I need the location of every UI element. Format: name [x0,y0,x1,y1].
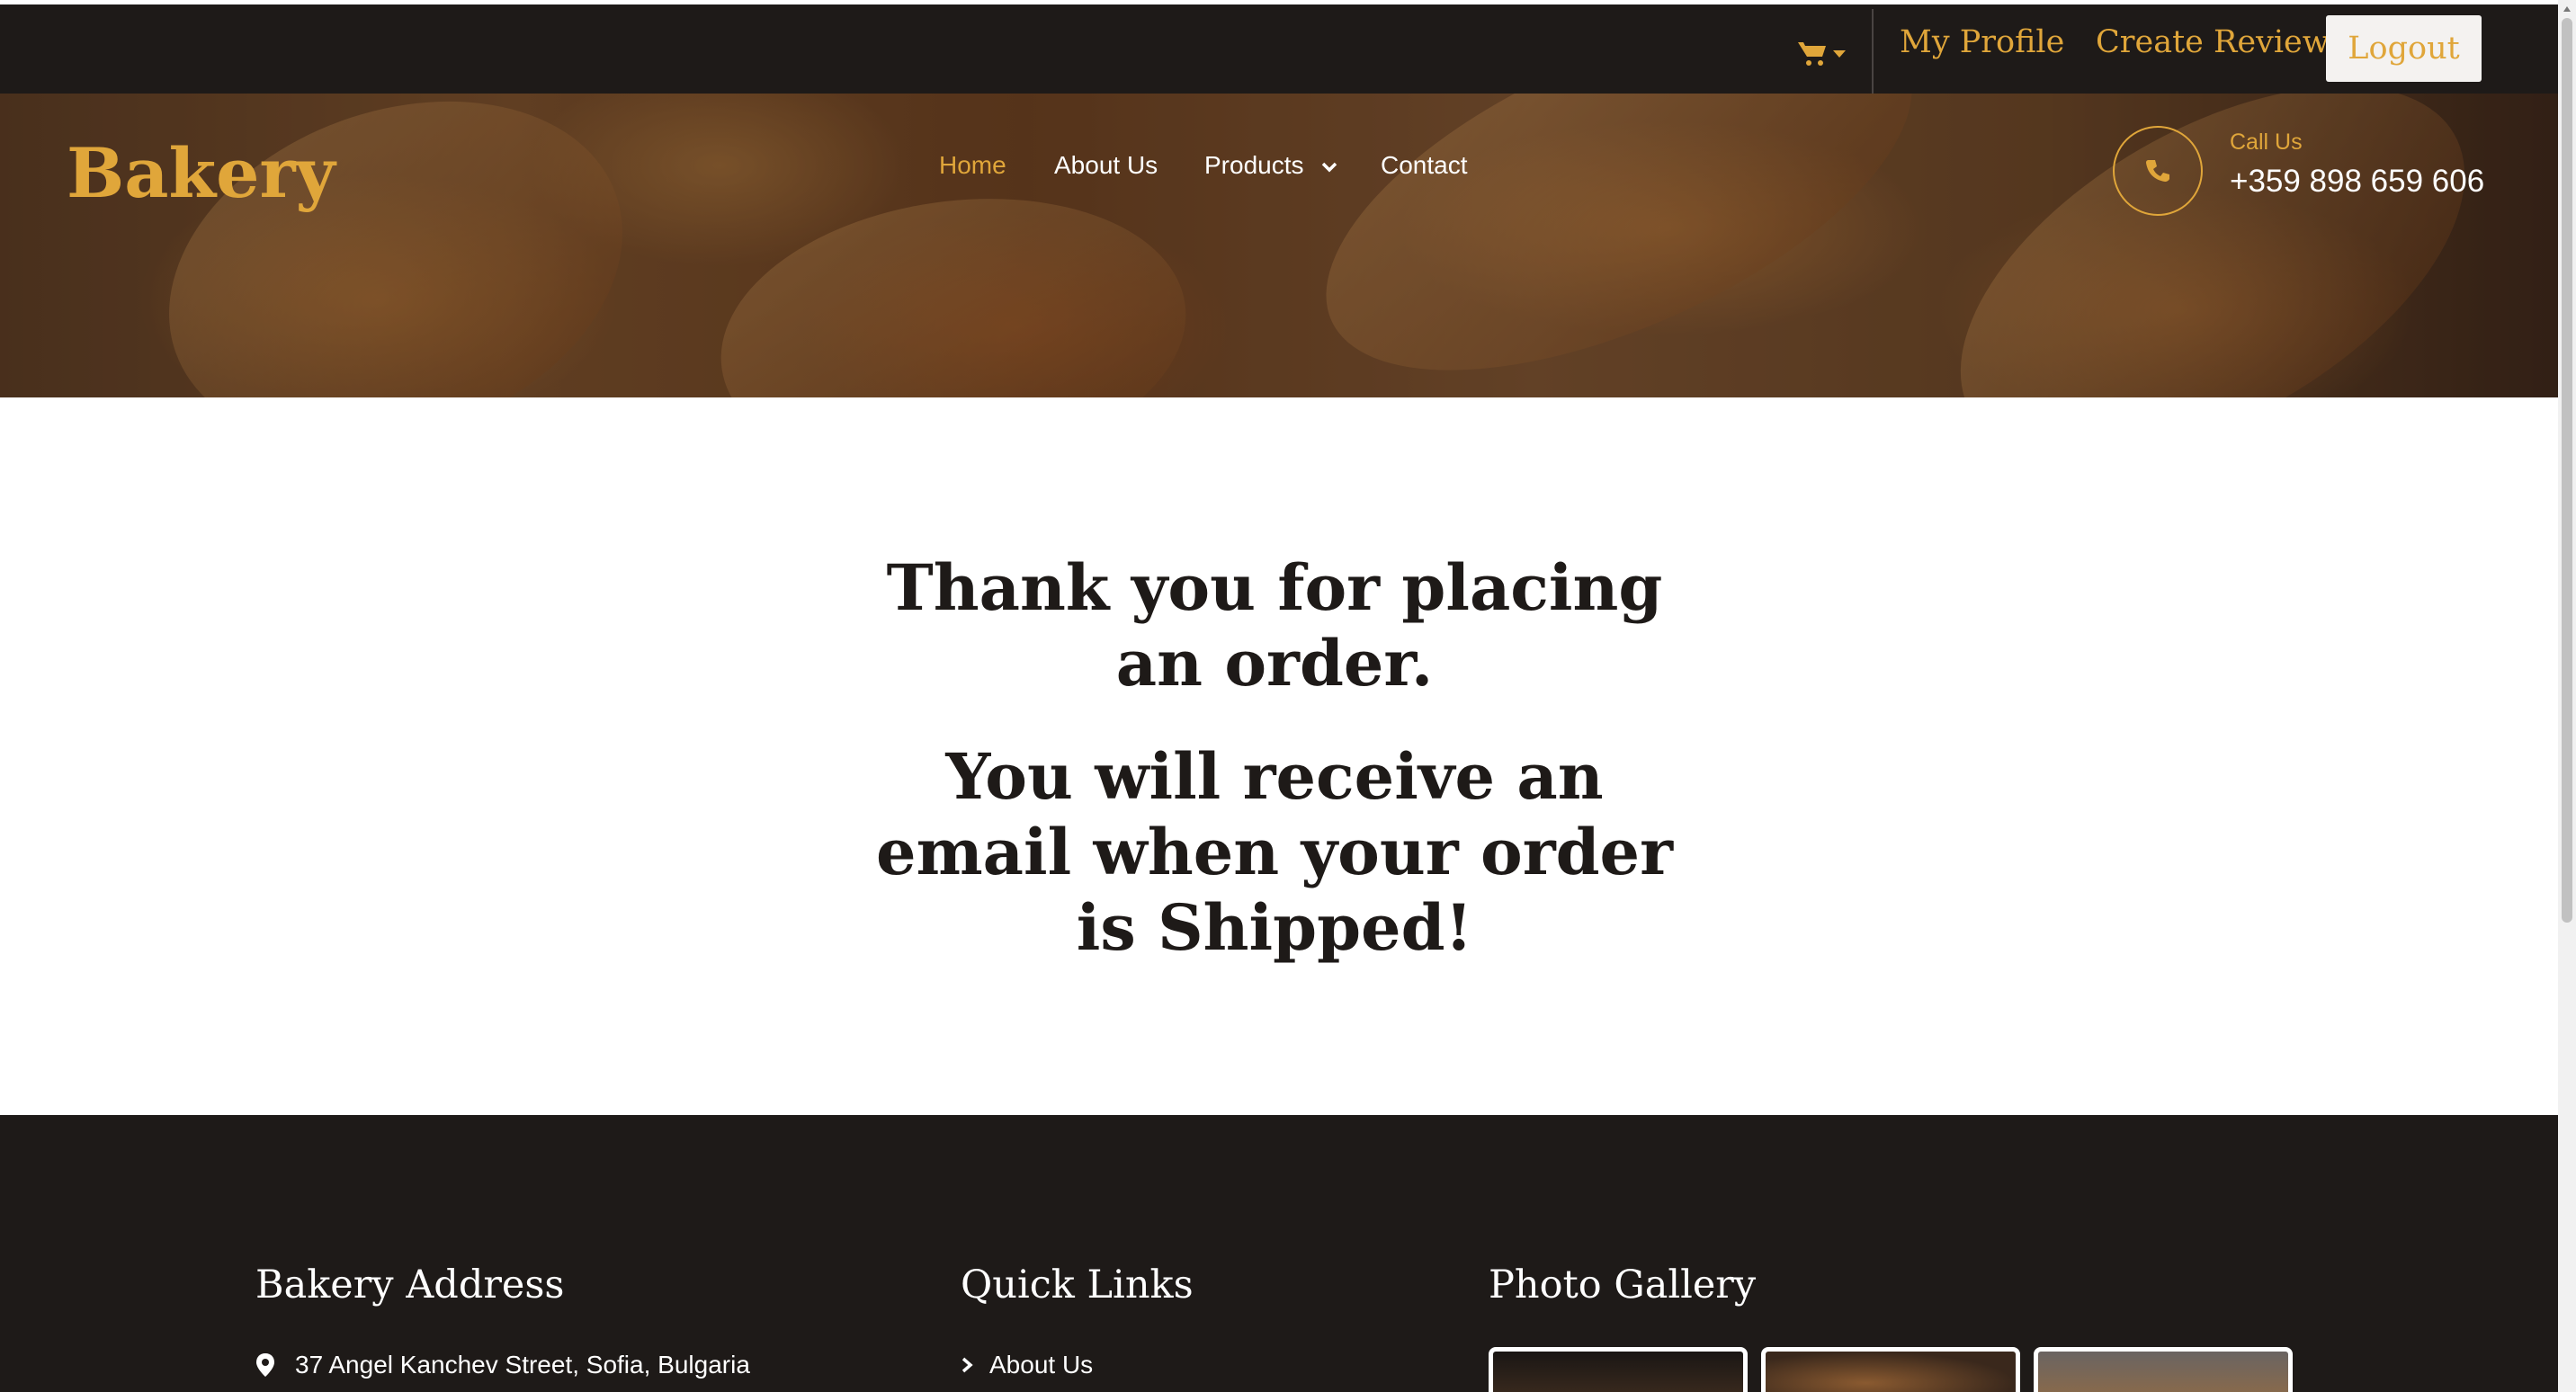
call-us-label: Call Us [2230,129,2303,155]
footer-quick-links-heading: Quick Links [961,1263,1194,1307]
nav-products-label: Products [1204,151,1304,179]
shipping-email-notice: You will receive an email when your orde… [876,739,1673,965]
phone-icon-circle [2113,126,2203,216]
nav-contact[interactable]: Contact [1381,151,1468,180]
nav-about-us[interactable]: About Us [1054,151,1158,180]
nav-products[interactable]: Products [1204,151,1337,180]
chevron-down-icon [1833,50,1846,58]
footer-address-text: 37 Angel Kanchev Street, Sofia, Bulgaria [295,1351,750,1379]
nav-home[interactable]: Home [939,151,1006,180]
hero-header: Bakery Home About Us Products Contact Ca… [0,94,2558,397]
phone-number[interactable]: +359 898 659 606 [2230,164,2484,200]
footer-link-label: About Us [989,1351,1094,1379]
cart-dropdown-button[interactable] [1797,31,1855,76]
vertical-scrollbar[interactable] [2558,0,2576,1392]
footer-photo-gallery-heading: Photo Gallery [1489,1263,1757,1307]
chevron-down-icon [1322,162,1337,173]
gallery-thumbnail[interactable] [2034,1347,2293,1392]
create-review-link[interactable]: Create Review [2096,24,2330,60]
divider [1872,9,1874,98]
main-content: Thank you for placing an order. You will… [0,397,2558,1115]
chevron-right-icon [962,1357,973,1373]
brand-logo[interactable]: Bakery [67,133,335,213]
gallery-thumbnail[interactable] [1761,1347,2020,1392]
logout-button[interactable]: Logout [2326,15,2482,82]
scroll-up-arrow-icon[interactable] [2558,0,2576,18]
footer: Bakery Address Quick Links Photo Gallery… [0,1115,2558,1392]
top-bar: My Profile Create Review Logout [0,0,2558,98]
footer-link-about-us[interactable]: About Us [961,1351,1093,1379]
footer-address-heading: Bakery Address [255,1263,565,1307]
shopping-cart-icon [1798,42,1826,66]
scrollbar-thumb[interactable] [2562,18,2572,923]
my-profile-link[interactable]: My Profile [1900,24,2064,60]
page: My Profile Create Review Logout Bakery H… [0,0,2558,1392]
footer-address: 37 Angel Kanchev Street, Sofia, Bulgaria [255,1351,750,1379]
phone-icon [2146,160,2169,182]
map-marker-icon [256,1353,274,1377]
order-confirmation-heading: Thank you for placing an order. [886,550,1663,700]
gallery-thumbnail[interactable] [1489,1347,1748,1392]
